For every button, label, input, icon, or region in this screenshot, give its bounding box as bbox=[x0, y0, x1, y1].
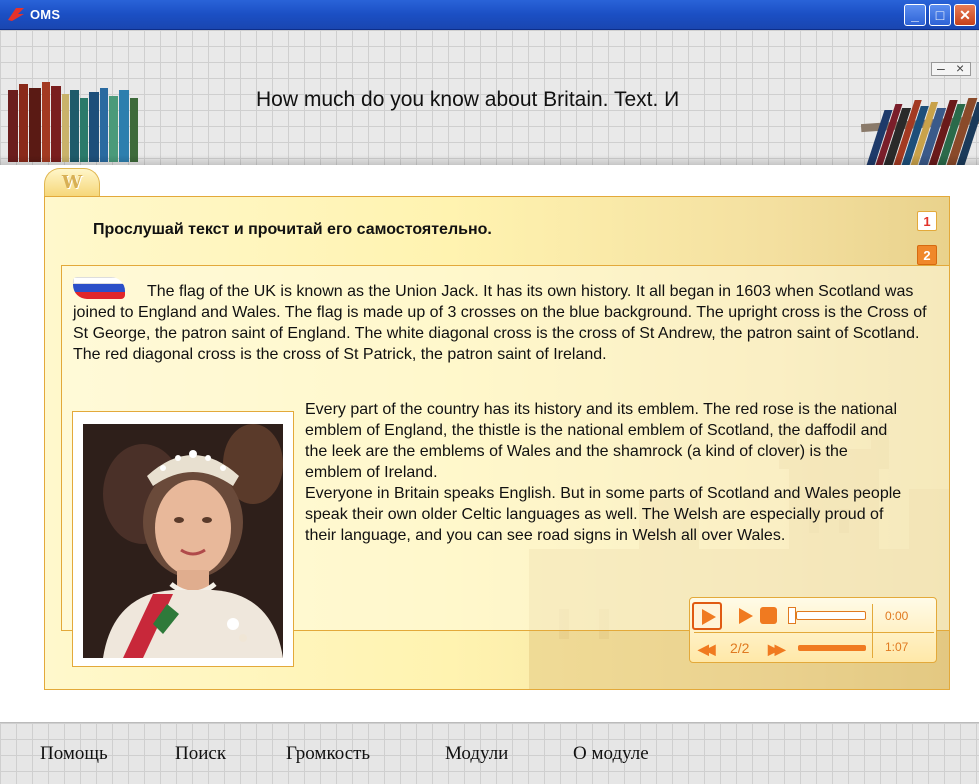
page-title: How much do you know about Britain. Text… bbox=[256, 88, 680, 111]
menu-search[interactable]: Поиск bbox=[175, 743, 226, 765]
mini-window-controls[interactable]: – × bbox=[931, 60, 971, 76]
bottom-menu: Помощь Поиск Громкость Модули О модуле bbox=[0, 722, 979, 784]
instruction-text: Прослушай текст и прочитай его самостоят… bbox=[93, 221, 492, 238]
menu-modules[interactable]: Модули bbox=[445, 743, 508, 765]
paragraph-emblems: Every part of the country has its histor… bbox=[305, 399, 905, 546]
header-band: How much do you know about Britain. Text… bbox=[0, 30, 979, 165]
header-shadow bbox=[0, 155, 979, 165]
books-right-image bbox=[861, 98, 979, 165]
queen-portrait-image bbox=[83, 424, 283, 658]
paragraph-1-text: The flag of the UK is known as the Union… bbox=[73, 283, 927, 363]
close-icon: ✕ bbox=[959, 7, 971, 23]
next-track-icon[interactable]: ▶▶ bbox=[768, 641, 785, 658]
mini-close-icon[interactable]: × bbox=[956, 60, 964, 76]
paragraph-flag: The flag of the UK is known as the Union… bbox=[73, 277, 943, 365]
mini-minimize-icon[interactable]: – bbox=[937, 60, 945, 76]
section-tab[interactable]: W bbox=[44, 168, 100, 196]
audio-player: 0:00 ◀◀ 2/2 ▶▶ 1:07 bbox=[689, 597, 937, 663]
paragraph-2-text: Every part of the country has its histor… bbox=[305, 401, 897, 481]
tab-label: W bbox=[61, 172, 83, 193]
content-panel: Прослушай текст и прочитай его самостоят… bbox=[44, 196, 950, 690]
books-left-image bbox=[8, 82, 138, 162]
page-1-button[interactable]: 1 bbox=[917, 211, 937, 231]
russian-flag-icon bbox=[73, 277, 125, 299]
player-separator bbox=[694, 632, 934, 633]
play-big-button[interactable] bbox=[692, 602, 722, 630]
minimize-icon: _ bbox=[911, 7, 919, 23]
track-counter: 2/2 bbox=[730, 640, 750, 656]
window-titlebar: OMS _ □ ✕ bbox=[0, 0, 979, 30]
menu-about-module[interactable]: О модуле bbox=[573, 743, 649, 765]
maximize-icon: □ bbox=[935, 7, 945, 23]
menu-help[interactable]: Помощь bbox=[40, 743, 108, 765]
player-divider bbox=[872, 604, 873, 658]
seek-handle[interactable] bbox=[788, 607, 796, 624]
current-time: 0:00 bbox=[885, 609, 909, 623]
close-button[interactable]: ✕ bbox=[954, 4, 976, 26]
maximize-button[interactable]: □ bbox=[929, 4, 951, 26]
window-title: OMS bbox=[30, 7, 61, 22]
app-logo-icon bbox=[8, 8, 24, 21]
minimize-button[interactable]: _ bbox=[904, 4, 926, 26]
previous-track-icon[interactable]: ◀◀ bbox=[698, 641, 715, 658]
menu-volume[interactable]: Громкость bbox=[286, 743, 370, 765]
duration: 1:07 bbox=[885, 640, 909, 654]
seek-bar[interactable] bbox=[796, 611, 866, 620]
paragraph-3-text: Everyone in Britain speaks English. But … bbox=[305, 485, 902, 544]
play-icon[interactable] bbox=[739, 608, 753, 624]
volume-bar[interactable] bbox=[798, 645, 866, 651]
queen-photo-frame bbox=[72, 411, 294, 667]
page-2-button[interactable]: 2 bbox=[917, 245, 937, 265]
stop-icon[interactable] bbox=[760, 607, 777, 624]
